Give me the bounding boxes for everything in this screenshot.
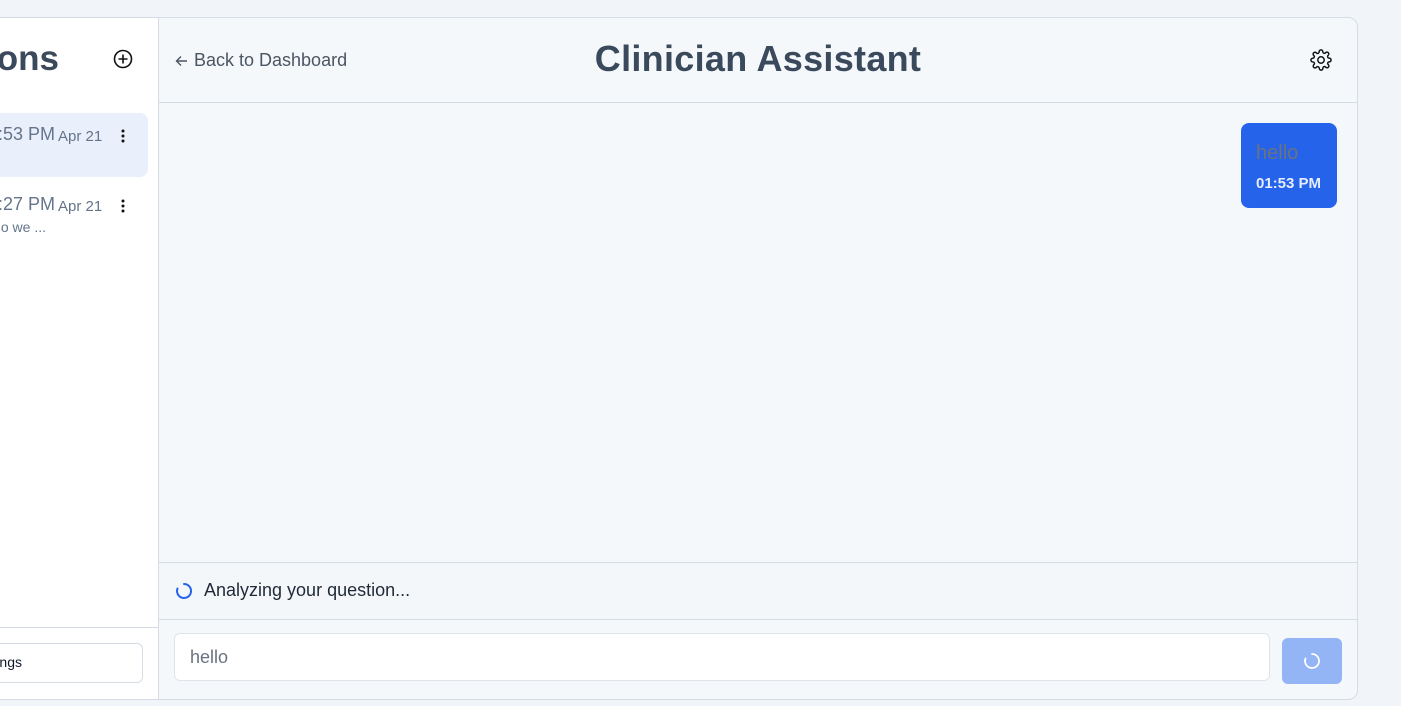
conversation-menu-button[interactable] [120, 198, 126, 214]
loading-spinner-icon [176, 582, 193, 599]
settings-button[interactable]: Settings [0, 643, 143, 683]
conversation-item[interactable]: 01:53 PM Apr 21 [0, 113, 148, 177]
sidebar-footer: Settings [0, 627, 158, 699]
chat-panel: Back to Dashboard Clinician Assistant he… [159, 18, 1357, 699]
page-title: Clinician Assistant [594, 38, 922, 79]
chat-settings-button[interactable] [1310, 49, 1332, 71]
message-input[interactable] [174, 633, 1270, 681]
sidebar-header: Conversations [0, 18, 158, 102]
more-vertical-icon [121, 199, 125, 213]
conversation-item[interactable]: 01:27 PM Apr 21 How do we ... [0, 183, 148, 247]
settings-button-label: Settings [0, 654, 22, 670]
message-time: 01:53 PM [1256, 175, 1322, 192]
more-vertical-icon [121, 129, 125, 143]
chat-header: Back to Dashboard Clinician Assistant [159, 18, 1357, 103]
message-list: hello 01:53 PM [159, 103, 1357, 562]
user-message-bubble: hello 01:53 PM [1241, 123, 1337, 208]
app-window: Conversations 01:53 PM Apr 21 01:27 PM [0, 17, 1358, 700]
status-bar: Analyzing your question... [159, 562, 1357, 620]
message-composer [159, 619, 1357, 699]
conversation-time: 01:27 PM [0, 194, 55, 214]
conversation-menu-button[interactable] [120, 128, 126, 144]
conversation-time: 01:53 PM [0, 124, 55, 144]
plus-circle-icon [113, 49, 133, 69]
send-button[interactable] [1282, 638, 1342, 684]
new-conversation-button[interactable] [113, 49, 133, 69]
conversation-preview: How do we ... [0, 219, 46, 235]
spinner-icon [1304, 653, 1320, 669]
gear-icon [1310, 49, 1332, 71]
conversation-sidebar: Conversations 01:53 PM Apr 21 01:27 PM [0, 18, 159, 699]
conversation-date: Apr 21 [58, 198, 103, 215]
conversation-date: Apr 21 [58, 128, 103, 145]
status-text: Analyzing your question... [204, 580, 411, 600]
sidebar-title: Conversations [0, 39, 59, 78]
message-text: hello [1256, 142, 1299, 164]
